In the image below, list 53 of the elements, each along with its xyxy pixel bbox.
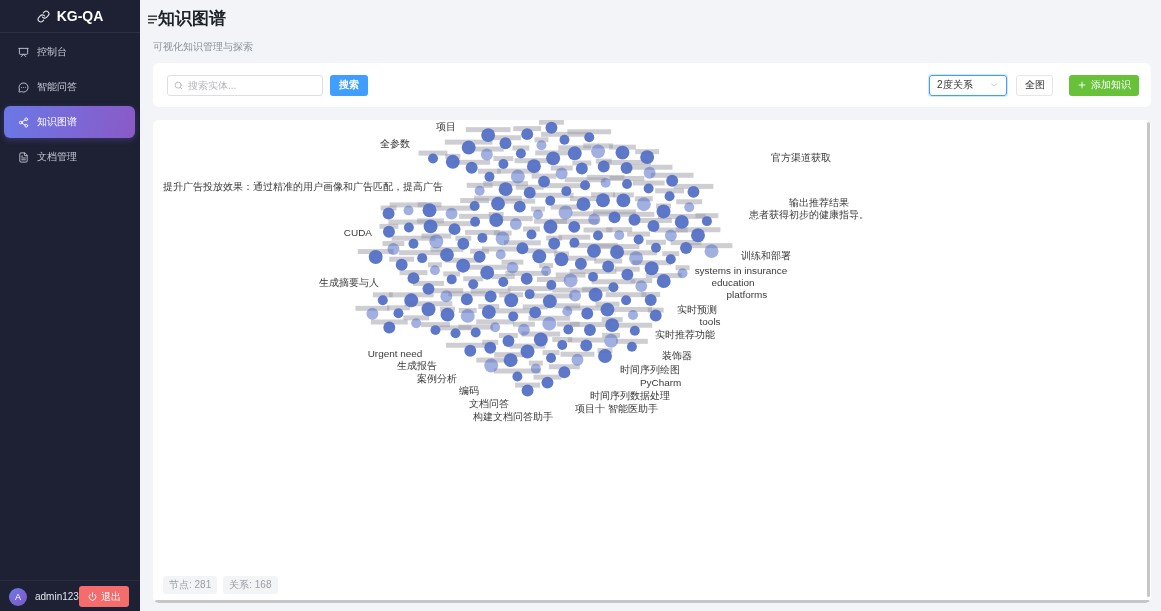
sidebar-item[interactable]: 知识图谱: [4, 106, 135, 138]
scrollbar[interactable]: [155, 600, 1150, 603]
plus-icon: [1077, 80, 1087, 90]
node-label: 文档问答: [469, 398, 510, 410]
chevron-down-icon: [989, 80, 999, 90]
node-label: 项目: [436, 120, 457, 132]
node-label: 全参数: [379, 137, 410, 149]
node-label: 实时预测: [676, 303, 717, 315]
user-name: admin123: [35, 591, 79, 602]
app-logo: KG-QA: [56, 8, 104, 24]
node-label: 输出推荐结果: [789, 197, 850, 209]
node-label: 生成摘要与人: [318, 276, 379, 288]
sidebar-item[interactable]: 控制台: [4, 36, 135, 68]
node-label: 编码: [459, 385, 480, 397]
node-label: education: [711, 276, 755, 288]
node-label: 构建文档问答助手: [473, 411, 553, 423]
node-label: 提升广告投放效果：通过精准的用户画像和广告匹配，提高广告: [162, 180, 443, 192]
chat-bubble-icon: [18, 81, 29, 93]
node-label: 案例分析: [417, 373, 458, 385]
node-label: 训练和部署: [741, 250, 792, 262]
node-label: 实时推荐功能: [654, 328, 715, 340]
stat-badge: 节点: 281: [163, 576, 218, 594]
node-label: 时间序列数据处理: [590, 390, 671, 402]
node-label: PyCharm: [640, 377, 682, 389]
node-label: systems in insurance: [694, 265, 788, 277]
node-label: tools: [699, 315, 721, 327]
node-label: 时间序列绘图: [620, 364, 681, 376]
power-icon: [87, 592, 97, 601]
select-value: 2度关系: [937, 78, 973, 92]
sidebar-item[interactable]: 文档管理: [4, 141, 135, 173]
node-label: Urgent need: [367, 347, 423, 359]
full-graph-button[interactable]: 全图: [1016, 74, 1053, 96]
document-icon: [18, 151, 29, 163]
share-icon: [18, 116, 29, 128]
node-label: CUDA: [343, 227, 372, 239]
search-field[interactable]: 搜索实体...: [167, 74, 323, 96]
depth-select[interactable]: 2度关系: [929, 74, 1007, 96]
node-label: 官方渠道获取: [771, 151, 832, 163]
scrollbar[interactable]: [1147, 122, 1150, 597]
page-subtitle: 可视化知识管理与探索: [153, 40, 254, 54]
presentation-icon: [18, 46, 29, 58]
menu-icon[interactable]: [148, 14, 157, 24]
node-label: platforms: [726, 288, 768, 300]
search-icon: [174, 80, 183, 90]
node-label: 项目十 智能医助手: [575, 403, 659, 415]
node-label: 生成报告: [397, 360, 438, 372]
user-avatar: A: [9, 587, 27, 606]
link-icon: [36, 9, 50, 23]
node-label: 装饰器: [661, 349, 692, 361]
sidebar-item[interactable]: 智能问答: [4, 71, 135, 103]
page-title: 知识图谱: [158, 9, 226, 29]
node-label: 患者获得初步的健康指导。: [749, 209, 870, 221]
stat-badge: 关系: 168: [223, 576, 278, 594]
